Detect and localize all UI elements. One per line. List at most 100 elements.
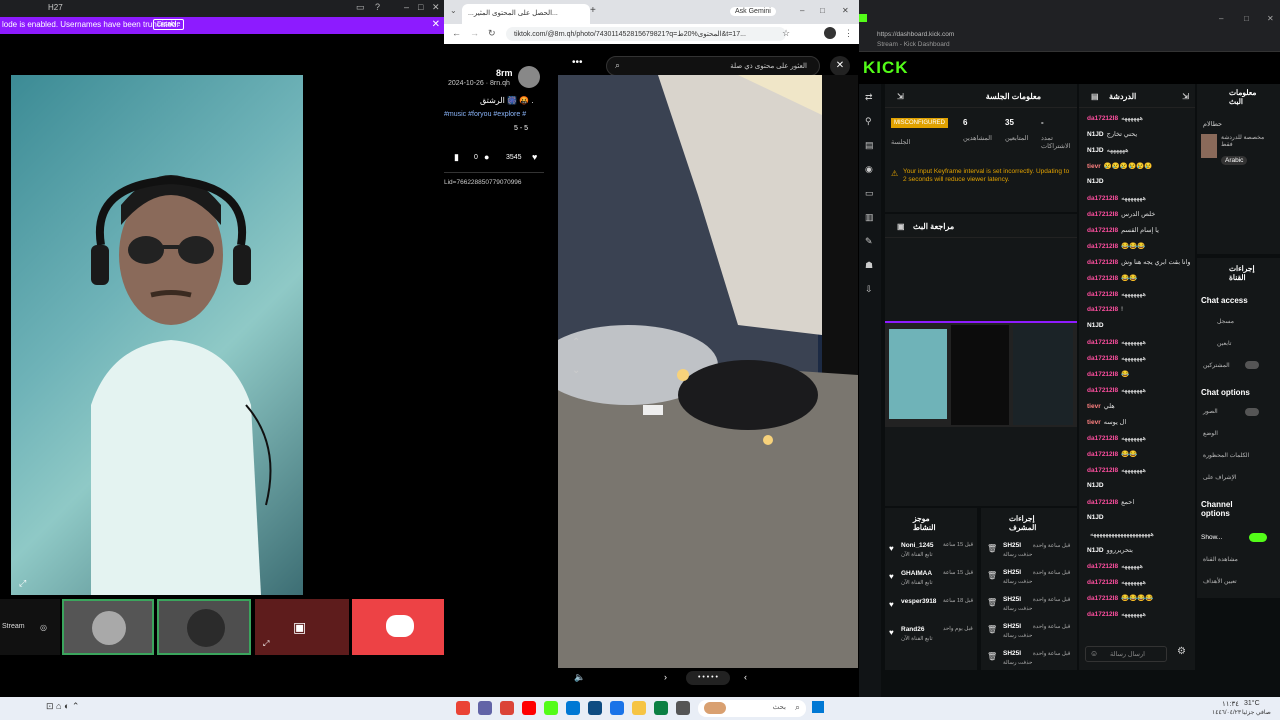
option-subs[interactable]: تابعين [1217, 340, 1231, 347]
like-icon[interactable]: ♥ [532, 152, 537, 162]
edge-icon[interactable] [610, 701, 624, 715]
analytics-icon[interactable]: ▥ [865, 212, 874, 223]
forward-icon[interactable]: → [470, 28, 479, 38]
close-button[interactable]: ✕ [432, 2, 440, 13]
chat-username[interactable]: N1JD [1087, 131, 1104, 138]
maximize-button[interactable]: □ [1244, 14, 1249, 23]
minimize-button[interactable]: – [800, 6, 804, 15]
reload-icon[interactable]: ↻ [488, 28, 496, 39]
participant-tile-discord[interactable] [352, 599, 444, 655]
chat-username[interactable]: da17212I8 [1087, 259, 1118, 266]
mod-action-item[interactable]: 🗑 SH25I حذفت رسالة قبل ساعة واحدة [981, 648, 1077, 674]
chat-username[interactable]: da17212I8 [1087, 195, 1118, 202]
chat-username[interactable]: da17212I8 [1087, 227, 1118, 234]
chat-username[interactable]: da17212I8 [1087, 611, 1118, 618]
subscribers-toggle[interactable] [1245, 361, 1259, 369]
users-icon[interactable]: ☗ [865, 260, 873, 271]
activity-item[interactable]: ♥ Rand26 تابع القناة الآن قبل يوم واحد [885, 624, 977, 650]
participant-tile-screen[interactable]: ▣ ⤢ [255, 599, 349, 655]
minimize-icon[interactable]: ▭ [356, 2, 365, 13]
prev-slide-icon[interactable]: ⌃ [572, 337, 580, 348]
mod-action-item[interactable]: 🗑 SH25I حذفت رسالة قبل ساعة واحدة [981, 621, 1077, 647]
chat-username[interactable]: da17212I8 [1087, 595, 1118, 602]
clock-date[interactable]: ١٤٤٦/٠٤/٢٣ [1212, 709, 1241, 716]
comment-icon[interactable]: ● [484, 152, 489, 162]
chat-username[interactable]: da17212I8 [1087, 371, 1118, 378]
disable-button[interactable]: Disable [153, 19, 185, 30]
stream-tile[interactable]: Stream ◎ [0, 599, 60, 655]
menu-icon[interactable]: ⋮ [844, 28, 853, 39]
follower-name[interactable]: GHAIMAA [901, 570, 932, 577]
option-followers[interactable]: مسجل [1217, 318, 1234, 325]
search-input[interactable]: ⌕ العثور على محتوى ذي صلة [606, 56, 820, 76]
follower-name[interactable]: Noni_1245 [901, 542, 934, 549]
option-banned-words[interactable]: الكلمات المحظورة [1203, 452, 1249, 459]
collapse-icon[interactable]: ⇄ [865, 92, 873, 103]
tab-tiktok[interactable]: ...الحصل على المحتوى المثير... [462, 4, 590, 24]
minimize-button[interactable]: – [1219, 14, 1223, 23]
activity-item[interactable]: ♥ GHAIMAA تابع القناة الآن قبل 15 ساعة [885, 568, 977, 594]
chat-username[interactable]: da17212I8 [1087, 275, 1118, 282]
option-set-goals[interactable]: تعيين الأهداف [1203, 578, 1237, 585]
activity-item[interactable]: ♥ Noni_1245 تابع القناة الآن قبل 15 ساعة [885, 540, 977, 566]
chat-username[interactable]: tievr [1087, 403, 1101, 410]
upload-icon[interactable]: ⇩ [865, 284, 873, 295]
chat-username[interactable]: tievr [1087, 163, 1101, 170]
popout-icon[interactable]: ⇲ [1182, 92, 1189, 101]
chat-username[interactable]: da17212I8 [1087, 467, 1118, 474]
chrome-icon[interactable] [456, 701, 470, 715]
new-tab-icon[interactable]: + [590, 5, 596, 16]
chat-settings-icon[interactable]: ⚙ [1177, 646, 1186, 657]
lightbulb-icon[interactable]: ◉ [865, 164, 873, 175]
chat-username[interactable]: da17212I8 [1087, 291, 1118, 298]
store-icon[interactable] [588, 701, 602, 715]
chat-username[interactable]: da17212I8 [1087, 435, 1118, 442]
follower-name[interactable]: Rand26 [901, 626, 924, 633]
chat-username[interactable]: N1JD [1087, 482, 1104, 489]
chat-username[interactable]: N1JD [1087, 178, 1104, 185]
chat-username[interactable]: N1JD [1087, 514, 1104, 521]
chart-icon[interactable]: ▤ [865, 140, 874, 151]
minimize-button[interactable]: – [404, 2, 409, 12]
activity-item[interactable]: ♥ vesper3918 قبل 18 ساعة [885, 596, 977, 622]
app-icon[interactable] [478, 701, 492, 715]
participant-tile-car[interactable] [62, 599, 154, 655]
folder-icon[interactable] [632, 701, 646, 715]
app-icon-2[interactable] [654, 701, 668, 715]
author-avatar[interactable] [518, 66, 540, 88]
option-watch-channel[interactable]: مشاهدة القناة [1203, 556, 1238, 563]
kick-logo[interactable]: KICK [863, 58, 909, 78]
chat-username[interactable]: da17212I8 [1087, 387, 1118, 394]
prev-arrow-icon[interactable]: ‹ [744, 672, 747, 682]
images-toggle[interactable] [1245, 408, 1259, 416]
chat-username[interactable]: da17212I8 [1087, 243, 1118, 250]
next-slide-icon[interactable]: ⌄ [572, 365, 580, 376]
preview-thumbnail[interactable] [885, 321, 1077, 427]
profile-avatar[interactable] [824, 27, 836, 39]
chat-username[interactable]: da17212I8 [1087, 211, 1118, 218]
close-banner-icon[interactable]: ✕ [432, 19, 440, 30]
chrome-alt-icon[interactable] [500, 701, 514, 715]
option-moderation[interactable]: الإشراف على [1203, 474, 1237, 481]
option-mode[interactable]: الوضع [1203, 430, 1218, 437]
author-username[interactable]: 8rm [496, 68, 513, 78]
post-hashtags[interactable]: #music #foryou #explore # [444, 111, 526, 118]
close-button[interactable]: ✕ [1267, 14, 1274, 23]
tray-icons[interactable]: ⊡ ⌂ ◐ ⌃ [46, 701, 79, 712]
next-arrow-icon[interactable]: › [664, 672, 667, 682]
expand-icon[interactable]: ⤢ [19, 578, 26, 589]
chat-username[interactable]: da17212I8 [1087, 499, 1118, 506]
chat-username[interactable]: da17212I8 [1087, 451, 1118, 458]
chat-input[interactable]: ارسال رسالة ☺ [1085, 646, 1167, 662]
start-icon[interactable] [812, 701, 824, 713]
follower-name[interactable]: vesper3918 [901, 598, 936, 605]
url-text[interactable]: https://dashboard.kick.com [877, 31, 954, 38]
taskbar-search[interactable]: بحث ⌕ [698, 700, 806, 717]
chat-username[interactable]: da17212I8 [1087, 579, 1118, 586]
chat-username[interactable]: da17212I8 [1087, 306, 1118, 313]
url-input[interactable]: tiktok.com/@8rn.qh/photo/743011452815679… [506, 27, 786, 41]
chat-username[interactable]: N1JD [1087, 147, 1104, 154]
bookmark-icon[interactable]: ☆ [782, 28, 790, 39]
popout-icon[interactable]: ⇲ [897, 92, 904, 101]
chat-username[interactable]: N1JD [1087, 547, 1104, 554]
